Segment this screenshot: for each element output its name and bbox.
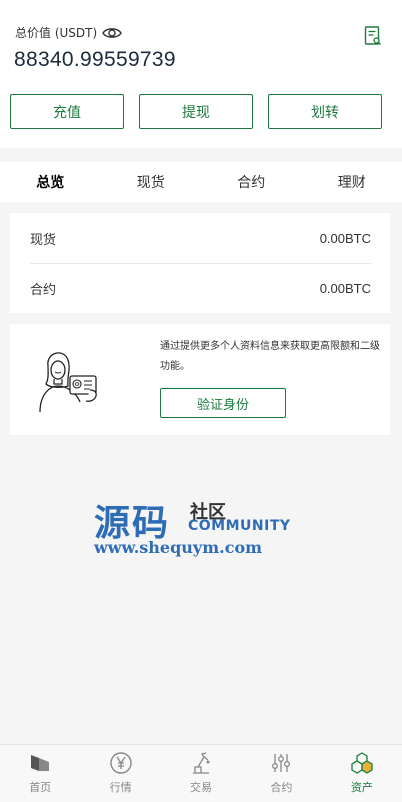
nav-trade[interactable]: 交易: [161, 745, 241, 802]
balance-row-spot[interactable]: 现货 0.00BTC: [30, 213, 371, 263]
balance-name: 现货: [30, 232, 57, 248]
total-value-label: 总价值 (USDT): [15, 24, 122, 41]
nav-label: 交易: [190, 781, 213, 794]
action-buttons: 充值 提现 划转: [10, 94, 382, 129]
watermark: 源码 社区 COMMUNITY www.shequym.com: [94, 494, 294, 560]
balance-card: 现货 0.00BTC 合约 0.00BTC: [10, 213, 390, 313]
nav-assets[interactable]: 资产: [322, 745, 402, 802]
nav-label: 行情: [109, 781, 132, 794]
nav-contract[interactable]: 合约: [241, 745, 321, 802]
nav-label: 合约: [270, 781, 293, 794]
tab-overview[interactable]: 总览: [0, 162, 101, 202]
watermark-url: www.shequym.com: [94, 538, 263, 557]
nav-home[interactable]: 首页: [0, 745, 80, 802]
withdraw-button[interactable]: 提现: [139, 94, 253, 129]
tab-finance[interactable]: 理财: [302, 162, 402, 202]
records-icon[interactable]: [364, 26, 382, 46]
yen-icon: [109, 752, 132, 774]
transfer-button[interactable]: 划转: [268, 94, 382, 129]
balance-value: 0.00BTC: [319, 281, 371, 296]
deposit-button[interactable]: 充值: [10, 94, 124, 129]
trade-icon: [193, 752, 210, 774]
tab-spot[interactable]: 现货: [101, 162, 202, 202]
verify-identity-button[interactable]: 验证身份: [160, 388, 286, 418]
total-label-text: 总价值 (USDT): [15, 26, 98, 40]
contract-icon: [272, 754, 291, 772]
total-value: 88340.99559739: [14, 48, 176, 71]
asset-header: 总价值 (USDT) 88340.99559739 充值 提现 划转: [0, 0, 402, 148]
watermark-community-text: COMMUNITY: [188, 518, 291, 534]
nav-label: 首页: [29, 781, 52, 794]
balance-name: 合约: [30, 283, 57, 298]
home-icon: [31, 755, 50, 771]
nav-market[interactable]: 行情: [80, 745, 160, 802]
eye-icon[interactable]: [102, 26, 122, 40]
balance-row-contract[interactable]: 合约 0.00BTC: [30, 263, 371, 313]
assets-icon: [351, 752, 373, 774]
nav-label: 资产: [350, 781, 373, 794]
kyc-description: 通过提供更多个人资料信息来获取更高限额和二级功能。: [160, 341, 380, 372]
balance-value: 0.00BTC: [319, 230, 371, 246]
asset-tabs: 总览 现货 合约 理财: [0, 162, 402, 202]
bottom-nav: 首页 行情 交易 合约 资产: [0, 744, 402, 802]
kyc-card: 通过提供更多个人资料信息来获取更高限额和二级功能。 验证身份: [10, 324, 390, 435]
tab-contract[interactable]: 合约: [201, 162, 302, 202]
id-verification-illustration: [39, 352, 97, 412]
